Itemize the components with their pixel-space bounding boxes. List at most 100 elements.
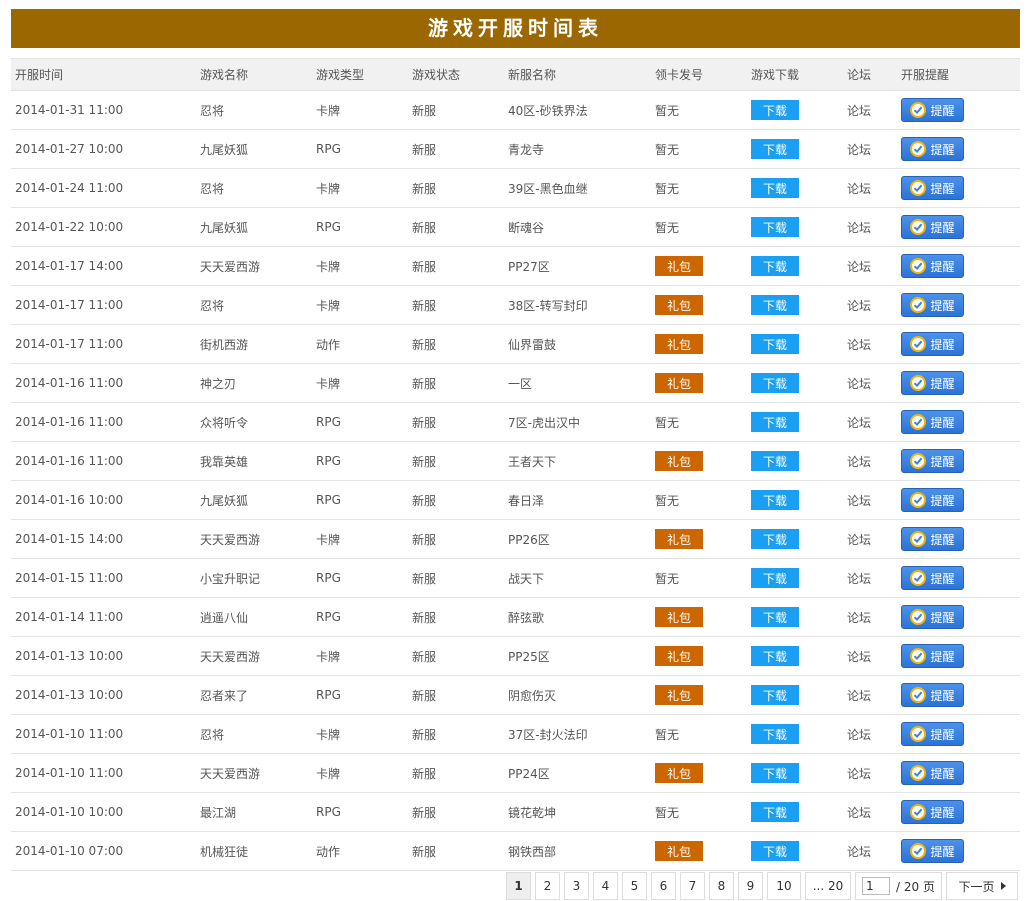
download-button[interactable]: 下载 <box>751 529 799 549</box>
download-button[interactable]: 下载 <box>751 568 799 588</box>
page-button-2[interactable]: 2 <box>535 872 560 900</box>
forum-link[interactable]: 论坛 <box>847 336 871 353</box>
remind-button[interactable]: 提醒 <box>901 605 964 629</box>
forum-link[interactable]: 论坛 <box>847 453 871 470</box>
download-button[interactable]: 下载 <box>751 256 799 276</box>
download-button[interactable]: 下载 <box>751 646 799 666</box>
page-button-6[interactable]: 6 <box>651 872 676 900</box>
forum-link[interactable]: 论坛 <box>847 726 871 743</box>
download-button[interactable]: 下载 <box>751 490 799 510</box>
forum-link[interactable]: 论坛 <box>847 141 871 158</box>
download-cell: 下载 <box>751 832 799 870</box>
page-button-9[interactable]: 9 <box>738 872 763 900</box>
game-type: 卡牌 <box>316 181 341 196</box>
forum-link[interactable]: 论坛 <box>847 609 871 626</box>
download-cell: 下载 <box>751 91 799 129</box>
remind-button[interactable]: 提醒 <box>901 488 964 512</box>
forum-link[interactable]: 论坛 <box>847 648 871 665</box>
remind-button[interactable]: 提醒 <box>901 137 964 161</box>
page-button-8[interactable]: 8 <box>709 872 734 900</box>
no-card-text: 暂无 <box>655 493 680 508</box>
gift-button[interactable]: 礼包 <box>655 334 703 354</box>
check-circle-icon <box>910 492 927 508</box>
page-number-input[interactable] <box>862 877 890 895</box>
forum-link[interactable]: 论坛 <box>847 843 871 860</box>
download-button[interactable]: 下载 <box>751 334 799 354</box>
download-button[interactable]: 下载 <box>751 139 799 159</box>
forum-link[interactable]: 论坛 <box>847 804 871 821</box>
remind-button[interactable]: 提醒 <box>901 215 964 239</box>
forum-link[interactable]: 论坛 <box>847 687 871 704</box>
check-circle-icon <box>910 180 927 196</box>
forum-link[interactable]: 论坛 <box>847 375 871 392</box>
download-button[interactable]: 下载 <box>751 178 799 198</box>
download-button[interactable]: 下载 <box>751 724 799 744</box>
forum-link[interactable]: 论坛 <box>847 531 871 548</box>
header-game-type: 游戏类型 <box>316 68 365 82</box>
page-button-3[interactable]: 3 <box>564 872 589 900</box>
forum-link[interactable]: 论坛 <box>847 219 871 236</box>
gift-button[interactable]: 礼包 <box>655 763 703 783</box>
download-button[interactable]: 下载 <box>751 100 799 120</box>
download-button[interactable]: 下载 <box>751 607 799 627</box>
forum-link[interactable]: 论坛 <box>847 765 871 782</box>
gift-button[interactable]: 礼包 <box>655 256 703 276</box>
download-button[interactable]: 下载 <box>751 841 799 861</box>
card-cell: 暂无 <box>655 403 679 441</box>
remind-button[interactable]: 提醒 <box>901 839 964 863</box>
page-button-10[interactable]: 10 <box>767 872 801 900</box>
game-name: 神之刃 <box>200 376 237 391</box>
forum-link[interactable]: 论坛 <box>847 414 871 431</box>
download-button[interactable]: 下载 <box>751 373 799 393</box>
gift-button[interactable]: 礼包 <box>655 646 703 666</box>
page-button-7[interactable]: 7 <box>680 872 705 900</box>
download-button[interactable]: 下载 <box>751 412 799 432</box>
gift-button[interactable]: 礼包 <box>655 607 703 627</box>
remind-button[interactable]: 提醒 <box>901 800 964 824</box>
remind-button[interactable]: 提醒 <box>901 293 964 317</box>
open-time: 2014-01-17 11:00 <box>15 298 124 312</box>
remind-button[interactable]: 提醒 <box>901 644 964 668</box>
remind-button[interactable]: 提醒 <box>901 254 964 278</box>
forum-link[interactable]: 论坛 <box>847 570 871 587</box>
remind-button[interactable]: 提醒 <box>901 761 964 785</box>
remind-button[interactable]: 提醒 <box>901 332 964 356</box>
download-button[interactable]: 下载 <box>751 685 799 705</box>
game-name: 天天爱西游 <box>200 259 261 274</box>
remind-button[interactable]: 提醒 <box>901 566 964 590</box>
forum-link[interactable]: 论坛 <box>847 102 871 119</box>
remind-button[interactable]: 提醒 <box>901 683 964 707</box>
page-button-4[interactable]: 4 <box>593 872 618 900</box>
gift-button[interactable]: 礼包 <box>655 451 703 471</box>
game-status: 新服 <box>412 181 437 196</box>
gift-button[interactable]: 礼包 <box>655 373 703 393</box>
forum-link[interactable]: 论坛 <box>847 492 871 509</box>
table-row: 2014-01-10 11:00 天天爱西游 卡牌 新服 PP24区 礼包 下载 论坛 提醒 <box>11 754 1020 793</box>
forum-link[interactable]: 论坛 <box>847 297 871 314</box>
remind-button[interactable]: 提醒 <box>901 410 964 434</box>
gift-button[interactable]: 礼包 <box>655 841 703 861</box>
page-button-1[interactable]: 1 <box>506 872 531 900</box>
download-button[interactable]: 下载 <box>751 295 799 315</box>
download-button[interactable]: 下载 <box>751 802 799 822</box>
gift-button[interactable]: 礼包 <box>655 295 703 315</box>
gift-button[interactable]: 礼包 <box>655 685 703 705</box>
forum-link[interactable]: 论坛 <box>847 180 871 197</box>
forum-cell: 论坛 <box>847 403 871 441</box>
remind-button[interactable]: 提醒 <box>901 449 964 473</box>
download-button[interactable]: 下载 <box>751 451 799 471</box>
page-button-last[interactable]: ... 20 <box>805 872 851 900</box>
remind-button[interactable]: 提醒 <box>901 722 964 746</box>
download-button[interactable]: 下载 <box>751 217 799 237</box>
remind-cell: 提醒 <box>901 325 964 363</box>
remind-button[interactable]: 提醒 <box>901 371 964 395</box>
remind-button[interactable]: 提醒 <box>901 527 964 551</box>
remind-cell: 提醒 <box>901 559 964 597</box>
remind-button[interactable]: 提醒 <box>901 98 964 122</box>
page-button-5[interactable]: 5 <box>622 872 647 900</box>
download-button[interactable]: 下载 <box>751 763 799 783</box>
remind-button[interactable]: 提醒 <box>901 176 964 200</box>
gift-button[interactable]: 礼包 <box>655 529 703 549</box>
next-page-button[interactable]: 下一页 <box>946 872 1018 900</box>
forum-link[interactable]: 论坛 <box>847 258 871 275</box>
